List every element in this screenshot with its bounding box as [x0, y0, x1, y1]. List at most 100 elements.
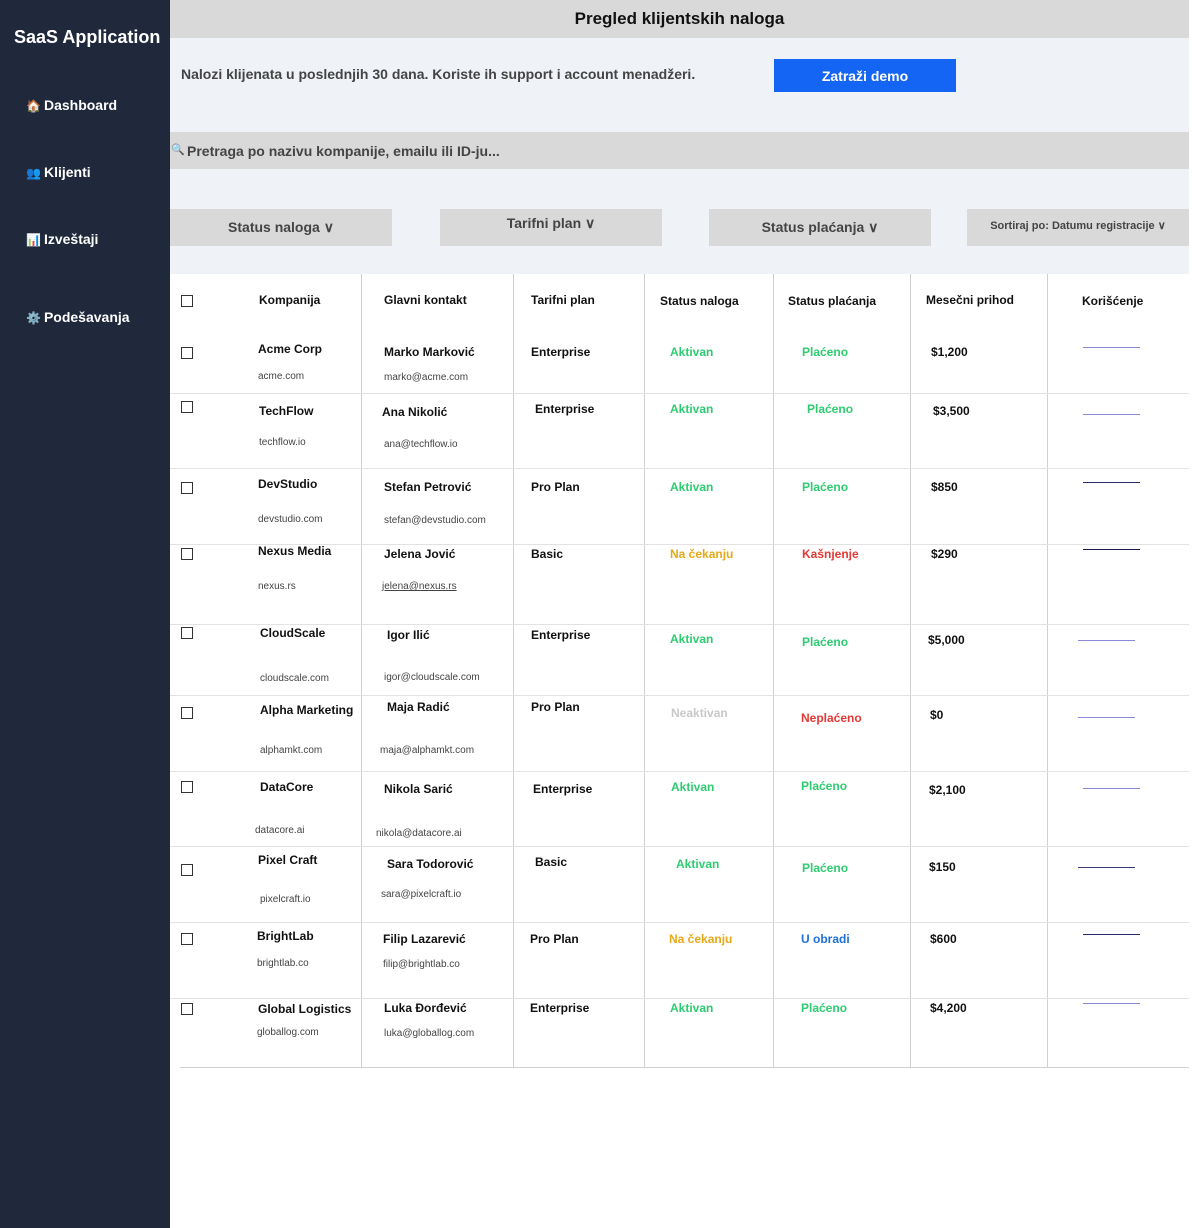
row-checkbox[interactable]	[181, 482, 193, 494]
row-divider	[170, 922, 1189, 923]
contact-name: Igor Ilić	[387, 628, 430, 642]
monthly-revenue: $850	[931, 480, 958, 494]
contact-email: stefan@devstudio.com	[384, 515, 486, 526]
monthly-revenue: $600	[930, 932, 957, 946]
contact-email-link[interactable]: jelena@nexus.rs	[382, 581, 457, 592]
payment-status-filter[interactable]: Status plaćanja ∨	[709, 209, 931, 246]
row-checkbox[interactable]	[181, 781, 193, 793]
sidebar-item-dashboard[interactable]: 🏠 Dashboard	[26, 97, 117, 113]
company-name: Pixel Craft	[258, 853, 318, 867]
plan-name: Pro Plan	[530, 932, 579, 946]
sidebar-item-clients[interactable]: 👥 Klijenti	[26, 164, 91, 180]
clients-table: Kompanija Glavni kontakt Tarifni plan St…	[170, 274, 1189, 1068]
account-status-badge: Aktivan	[670, 632, 714, 646]
sort-dropdown[interactable]: Sortiraj po: Datumu registracije ∨	[967, 209, 1189, 246]
company-name: Alpha Marketing	[260, 703, 354, 717]
row-checkbox[interactable]	[181, 707, 193, 719]
usage-sparkline	[1078, 717, 1135, 718]
payment-status-badge: Neplaćeno	[801, 711, 862, 725]
row-checkbox[interactable]	[181, 347, 193, 359]
company-domain: brightlab.co	[257, 958, 309, 969]
column-header-plan: Tarifni plan	[531, 293, 595, 307]
contact-name: Ana Nikolić	[382, 405, 448, 419]
gear-icon: ⚙️	[26, 311, 41, 325]
column-header-company: Kompanija	[259, 293, 321, 307]
company-name: DataCore	[260, 780, 314, 794]
row-checkbox[interactable]	[181, 864, 193, 876]
usage-sparkline	[1078, 867, 1135, 868]
payment-status-badge: U obradi	[801, 932, 850, 946]
account-status-badge: Na čekanju	[670, 547, 734, 561]
payment-status-badge: Plaćeno	[802, 480, 849, 494]
company-name: BrightLab	[257, 929, 314, 943]
select-all-checkbox[interactable]	[181, 295, 193, 307]
contact-email: ana@techflow.io	[384, 439, 458, 450]
company-domain: globallog.com	[257, 1027, 319, 1038]
contact-name: Nikola Sarić	[384, 782, 453, 796]
app-title: SaaS Application	[14, 27, 161, 47]
row-divider	[170, 393, 1189, 394]
contact-name: Marko Marković	[384, 345, 475, 359]
company-name: Nexus Media	[258, 544, 332, 558]
company-domain: techflow.io	[259, 437, 306, 448]
sidebar-item-settings[interactable]: ⚙️ Podešavanja	[26, 309, 130, 325]
users-icon: 👥	[26, 166, 41, 180]
column-header-payment-status: Status plaćanja	[788, 294, 877, 308]
plan-name: Enterprise	[535, 402, 595, 416]
contact-email: igor@cloudscale.com	[384, 672, 480, 683]
column-header-contact: Glavni kontakt	[384, 293, 467, 307]
account-status-badge: Aktivan	[676, 857, 720, 871]
plan-name: Basic	[531, 547, 564, 561]
contact-name: Maja Radić	[387, 700, 450, 714]
plan-name: Enterprise	[530, 1001, 590, 1015]
contact-name: Jelena Jović	[384, 547, 456, 561]
chart-icon: 📊	[26, 233, 41, 247]
row-checkbox[interactable]	[181, 401, 193, 413]
monthly-revenue: $4,200	[930, 1001, 967, 1015]
usage-sparkline	[1083, 934, 1140, 935]
payment-status-badge: Plaćeno	[802, 861, 849, 875]
row-checkbox[interactable]	[181, 627, 193, 639]
plan-name: Enterprise	[531, 345, 591, 359]
row-checkbox[interactable]	[181, 933, 193, 945]
contact-email: luka@globallog.com	[384, 1028, 475, 1039]
row-divider	[170, 624, 1189, 625]
usage-sparkline	[1083, 414, 1140, 415]
contact-name: Stefan Petrović	[384, 480, 472, 494]
account-status-badge: Aktivan	[670, 345, 714, 359]
payment-status-badge: Plaćeno	[801, 1001, 848, 1015]
contact-email: sara@pixelcraft.io	[381, 889, 462, 900]
plan-filter[interactable]: Tarifni plan ∨	[440, 209, 662, 246]
account-status-badge: Na čekanju	[669, 932, 733, 946]
monthly-revenue: $3,500	[933, 404, 970, 418]
payment-status-badge: Plaćeno	[801, 779, 848, 793]
usage-sparkline	[1078, 640, 1135, 641]
row-checkbox[interactable]	[181, 548, 193, 560]
row-divider	[170, 695, 1189, 696]
sidebar-item-reports[interactable]: 📊 Izveštaji	[26, 231, 98, 247]
account-status-badge: Neaktivan	[671, 706, 728, 720]
column-header-revenue: Mesečni prihod	[926, 293, 1015, 307]
company-name: Global Logistics	[258, 1002, 352, 1016]
company-name: TechFlow	[259, 404, 314, 418]
search-input[interactable]	[187, 141, 1167, 161]
account-status-badge: Aktivan	[670, 1001, 714, 1015]
account-status-filter[interactable]: Status naloga ∨	[170, 209, 392, 246]
contact-name: Luka Đorđević	[384, 1001, 467, 1015]
monthly-revenue: $1,200	[931, 345, 968, 359]
column-header-account-status: Status naloga	[660, 294, 739, 308]
main-content: Pregled klijentskih naloga Nalozi klijen…	[170, 0, 1189, 1228]
intro-banner: Nalozi klijenata u poslednjih 30 dana. K…	[170, 38, 1189, 132]
company-domain: nexus.rs	[258, 581, 296, 592]
monthly-revenue: $0	[930, 708, 944, 722]
page-header: Pregled klijentskih naloga	[170, 0, 1189, 38]
intro-text: Nalozi klijenata u poslednjih 30 dana. K…	[181, 66, 696, 82]
payment-status-badge: Plaćeno	[802, 635, 849, 649]
usage-sparkline	[1083, 482, 1140, 483]
sidebar-item-label: Izveštaji	[43, 231, 99, 247]
request-demo-button[interactable]: Zatraži demo	[774, 59, 956, 92]
usage-sparkline	[1083, 347, 1140, 348]
payment-status-badge: Kašnjenje	[802, 547, 859, 561]
company-domain: alphamkt.com	[260, 745, 323, 756]
row-checkbox[interactable]	[181, 1003, 193, 1015]
